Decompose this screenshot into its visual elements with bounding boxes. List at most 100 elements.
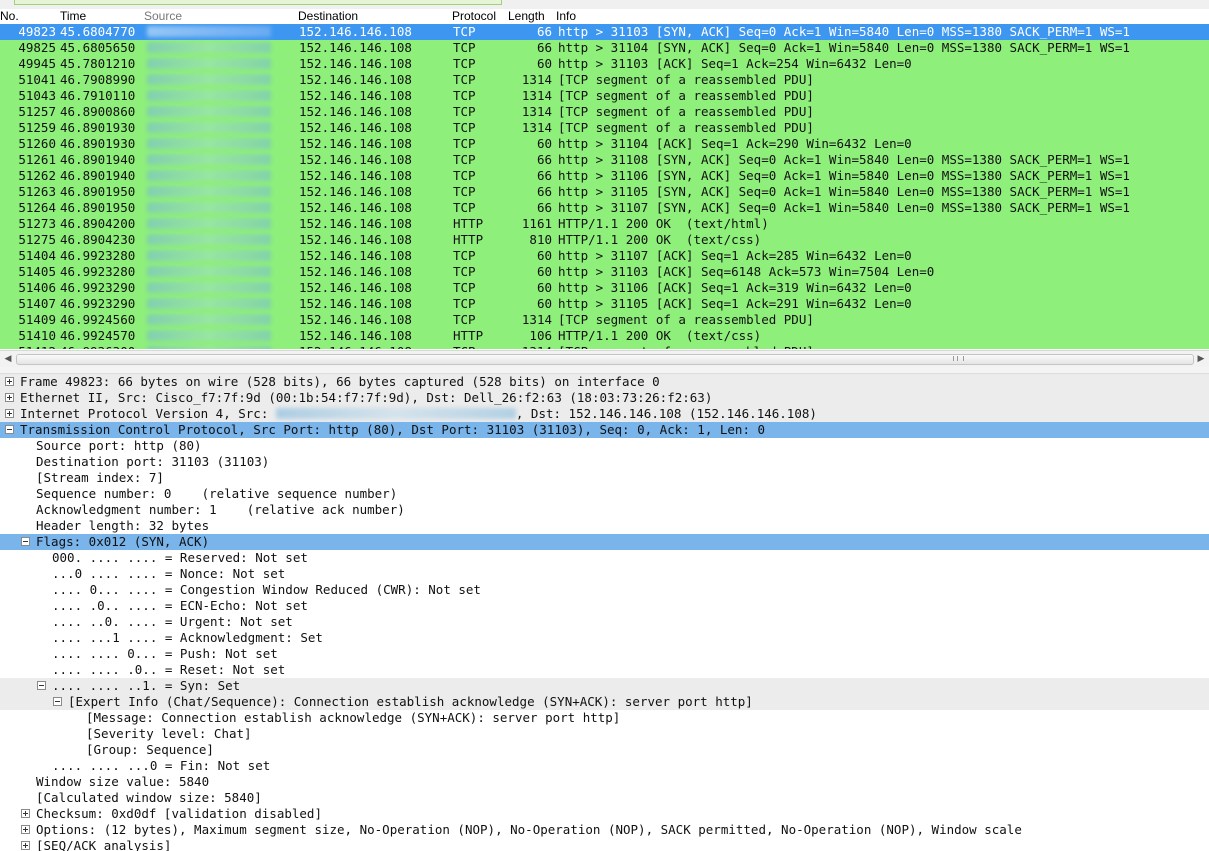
tree-node[interactable]: Transmission Control Protocol, Src Port:… (0, 422, 1209, 438)
packet-time: 45.7801210 (60, 56, 136, 71)
packet-list-horizontal-scrollbar[interactable]: ◀ ▶ (0, 350, 1209, 368)
packet-row[interactable]: 51264 46.8901950 152.146.146.108 TCP 66 http … (0, 200, 1209, 216)
packet-row[interactable]: 51407 46.9923290 152.146.146.108 TCP 60 http … (0, 296, 1209, 312)
col-length-header[interactable]: Length (508, 9, 545, 23)
packet-number: 51257 (18, 104, 56, 119)
tree-node[interactable]: .... .... ..1. = Syn: Set (0, 678, 1209, 694)
scrollbar-thumb[interactable] (16, 354, 1194, 365)
packet-info: [TCP segment of a reassembled PDU] (558, 120, 814, 135)
tree-node[interactable]: Checksum: 0xd0df [validation disabled] (0, 806, 1209, 822)
tree-node[interactable]: Flags: 0x012 (SYN, ACK) (0, 534, 1209, 550)
packet-row[interactable]: 51041 46.7908990 152.146.146.108 TCP 1314 [TC… (0, 72, 1209, 88)
tree-field[interactable]: ...0 .... .... = Nonce: Not set (0, 566, 1209, 582)
packet-row[interactable]: 51260 46.8901930 152.146.146.108 TCP 60 http … (0, 136, 1209, 152)
packet-row[interactable]: 51275 46.8904230 152.146.146.108 HTTP 810 HTT… (0, 232, 1209, 248)
packet-destination: 152.146.146.108 (299, 344, 412, 349)
col-protocol-header[interactable]: Protocol (452, 9, 496, 23)
tree-field[interactable]: .... 0... .... = Congestion Window Reduc… (0, 582, 1209, 598)
packet-list: 49823 45.6804770 152.146.146.108 TCP 66 http … (0, 24, 1209, 349)
tree-node[interactable]: [Expert Info (Chat/Sequence): Connection… (0, 694, 1209, 710)
tree-field[interactable]: Source port: http (80) (0, 438, 1209, 454)
collapse-icon[interactable] (37, 681, 46, 690)
tree-field[interactable]: .... ...1 .... = Acknowledgment: Set (0, 630, 1209, 646)
collapse-icon[interactable] (21, 537, 30, 546)
tree-node[interactable]: Frame 49823: 66 bytes on wire (528 bits)… (0, 374, 1209, 390)
expand-icon[interactable] (5, 377, 14, 386)
packet-length: 1314 (521, 104, 552, 119)
tree-field[interactable]: [Group: Sequence] (0, 742, 1209, 758)
packet-row[interactable]: 51410 46.9924570 152.146.146.108 HTTP 106 HTT… (0, 328, 1209, 344)
packet-row[interactable]: 49823 45.6804770 152.146.146.108 TCP 66 http … (0, 24, 1209, 40)
packet-protocol: TCP (453, 120, 476, 135)
packet-protocol: TCP (453, 344, 476, 349)
tree-field[interactable]: Sequence number: 0 (relative sequence nu… (0, 486, 1209, 502)
tree-field[interactable]: [Stream index: 7] (0, 470, 1209, 486)
tree-node-label: Sequence number: 0 (relative sequence nu… (36, 486, 398, 501)
scroll-right-arrow-icon[interactable]: ▶ (1195, 352, 1207, 365)
tree-field[interactable]: [Calculated window size: 5840] (0, 790, 1209, 806)
expand-icon[interactable] (21, 825, 30, 834)
packet-time: 46.9923280 (60, 248, 136, 263)
tree-field[interactable]: Window size value: 5840 (0, 774, 1209, 790)
tree-field[interactable]: [Message: Connection establish acknowled… (0, 710, 1209, 726)
packet-row[interactable]: 51261 46.8901940 152.146.146.108 TCP 66 http … (0, 152, 1209, 168)
tree-node[interactable]: [SEQ/ACK analysis] (0, 838, 1209, 851)
packet-number: 51041 (18, 72, 56, 87)
packet-length: 60 (536, 296, 552, 311)
tree-node[interactable]: Internet Protocol Version 4, Src: , Dst:… (0, 406, 1209, 422)
tree-field[interactable]: .... .... 0... = Push: Not set (0, 646, 1209, 662)
col-info-header[interactable]: Info (556, 9, 576, 23)
col-destination-header[interactable]: Destination (298, 9, 358, 23)
tree-field[interactable]: .... ..0. .... = Urgent: Not set (0, 614, 1209, 630)
tree-field[interactable]: .... .0.. .... = ECN-Echo: Not set (0, 598, 1209, 614)
packet-row[interactable]: 51404 46.9923280 152.146.146.108 TCP 60 http … (0, 248, 1209, 264)
packet-row[interactable]: 51257 46.8900860 152.146.146.108 TCP 1314 [TC… (0, 104, 1209, 120)
redacted-source-address (147, 26, 271, 37)
collapse-icon[interactable] (53, 697, 62, 706)
tree-field[interactable]: Destination port: 31103 (31103) (0, 454, 1209, 470)
packet-row[interactable]: 51263 46.8901950 152.146.146.108 TCP 66 http … (0, 184, 1209, 200)
col-source-header[interactable]: Source (144, 9, 182, 23)
packet-row[interactable]: 49945 45.7801210 152.146.146.108 TCP 60 http … (0, 56, 1209, 72)
tree-field[interactable]: .... .... ...0 = Fin: Not set (0, 758, 1209, 774)
packet-info: http > 31104 [ACK] Seq=1 Ack=290 Win=643… (558, 136, 912, 151)
packet-destination: 152.146.146.108 (299, 168, 412, 183)
packet-row[interactable]: 51043 46.7910110 152.146.146.108 TCP 1314 [TC… (0, 88, 1209, 104)
tree-field[interactable]: .... .... .0.. = Reset: Not set (0, 662, 1209, 678)
tree-field[interactable]: [Severity level: Chat] (0, 726, 1209, 742)
tree-field[interactable]: 000. .... .... = Reserved: Not set (0, 550, 1209, 566)
packet-row[interactable]: 51405 46.9923280 152.146.146.108 TCP 60 http … (0, 264, 1209, 280)
packet-protocol: HTTP (453, 232, 484, 247)
packet-destination: 152.146.146.108 (299, 24, 412, 39)
packet-destination: 152.146.146.108 (299, 104, 412, 119)
packet-info: HTTP/1.1 200 OK (text/css) (558, 232, 762, 247)
expand-icon[interactable] (21, 841, 30, 850)
tree-node-label: [Calculated window size: 5840] (36, 790, 262, 805)
packet-row[interactable]: 51409 46.9924560 152.146.146.108 TCP 1314 [TC… (0, 312, 1209, 328)
tree-node[interactable]: Options: (12 bytes), Maximum segment siz… (0, 822, 1209, 838)
tree-node[interactable]: Ethernet II, Src: Cisco_f7:7f:9d (00:1b:… (0, 390, 1209, 406)
packet-info: [TCP segment of a reassembled PDU] (558, 104, 814, 119)
packet-length: 106 (529, 328, 552, 343)
expand-icon[interactable] (5, 409, 14, 418)
packet-row[interactable]: 51273 46.8904200 152.146.146.108 HTTP 1161 HT… (0, 216, 1209, 232)
tree-node-label: .... ..0. .... = Urgent: Not set (52, 614, 293, 629)
packet-row[interactable]: 51259 46.8901930 152.146.146.108 TCP 1314 [TC… (0, 120, 1209, 136)
packet-row[interactable]: 51262 46.8901940 152.146.146.108 TCP 66 http … (0, 168, 1209, 184)
tree-node-label: .... ...1 .... = Acknowledgment: Set (52, 630, 323, 645)
expand-icon[interactable] (5, 393, 14, 402)
expand-icon[interactable] (21, 809, 30, 818)
packet-row[interactable]: 51412 46.9936300 152.146.146.108 TCP 1314 [TC… (0, 344, 1209, 349)
pane-splitter[interactable] (0, 367, 1209, 374)
collapse-icon[interactable] (5, 425, 14, 434)
col-time-header[interactable]: Time (60, 9, 86, 23)
packet-row[interactable]: 51406 46.9923290 152.146.146.108 TCP 60 http … (0, 280, 1209, 296)
display-filter-input[interactable] (14, 0, 502, 5)
scroll-left-arrow-icon[interactable]: ◀ (2, 352, 14, 365)
tree-node-label: [Stream index: 7] (36, 470, 164, 485)
tree-field[interactable]: Header length: 32 bytes (0, 518, 1209, 534)
packet-row[interactable]: 49825 45.6805650 152.146.146.108 TCP 66 http … (0, 40, 1209, 56)
tree-field[interactable]: Acknowledgment number: 1 (relative ack n… (0, 502, 1209, 518)
packet-length: 1314 (521, 88, 552, 103)
col-no-header[interactable]: No. (0, 9, 19, 23)
